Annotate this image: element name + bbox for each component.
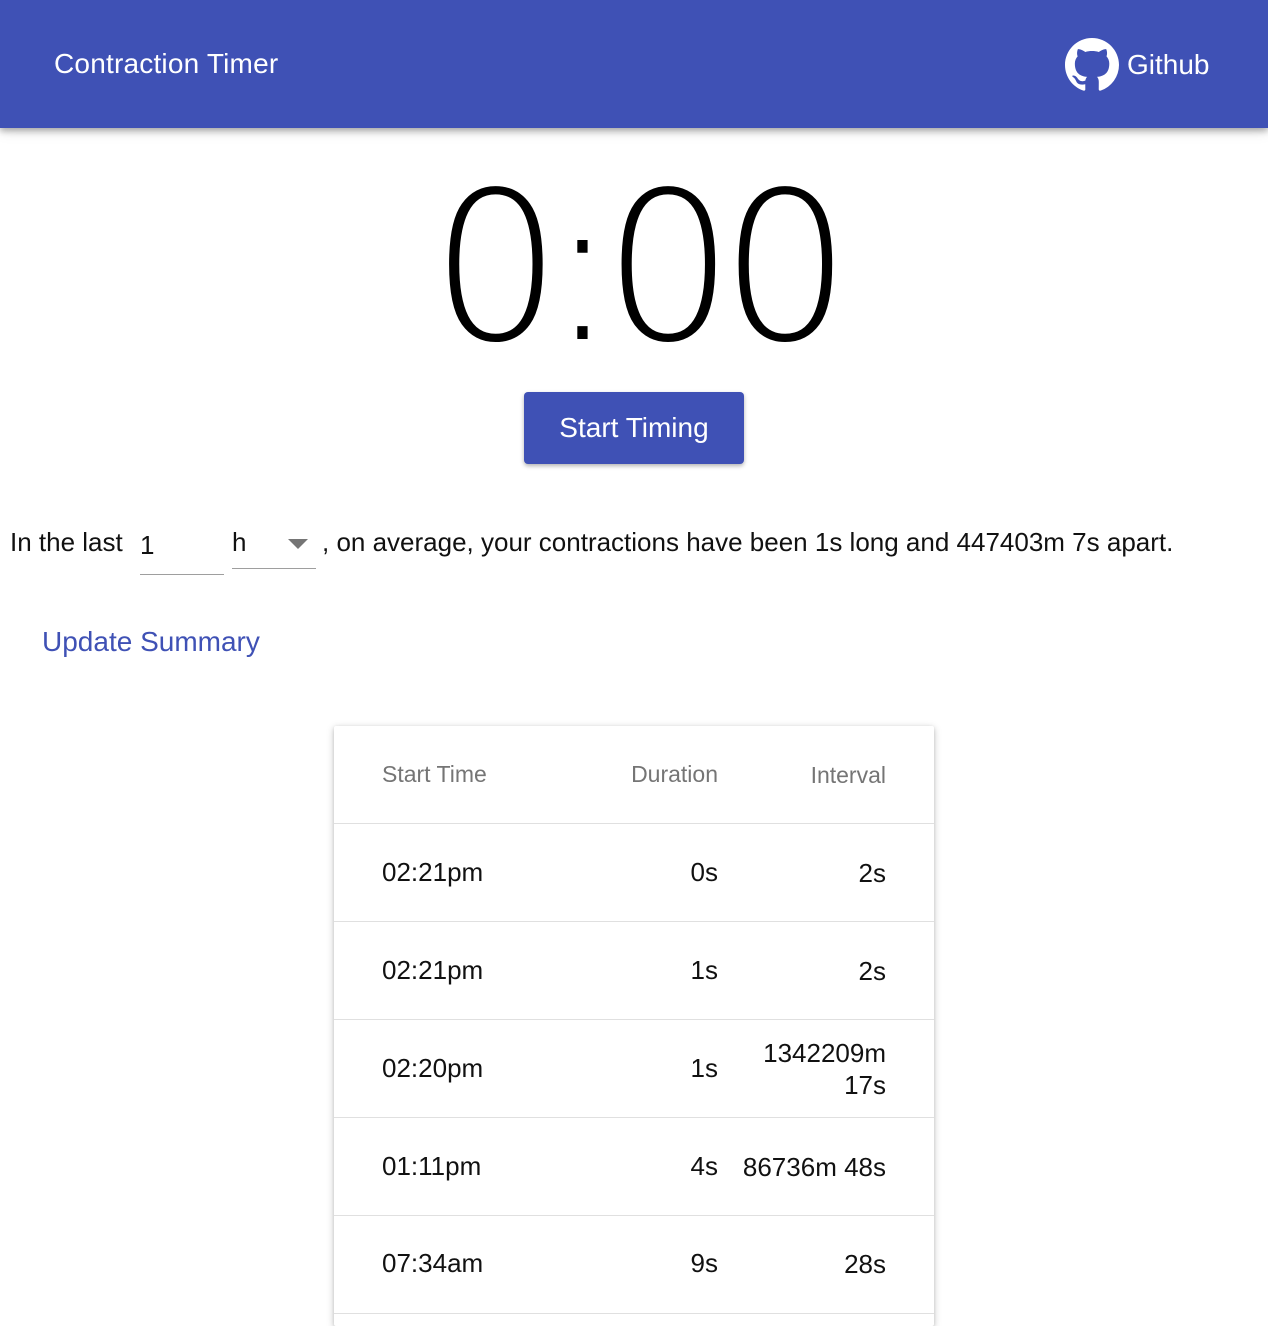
- start-time-cell: 02:21pm: [382, 857, 484, 887]
- start-time-cell: 02:21pm: [382, 955, 484, 985]
- interval-cell: 28s: [844, 1249, 886, 1279]
- github-label: Github: [1127, 49, 1210, 80]
- start-time-cell: 02:20pm: [382, 1053, 484, 1083]
- header-duration: Duration: [631, 761, 718, 787]
- start-time-cell: 01:11pm: [382, 1151, 482, 1181]
- interval-cell: 1342209m 17s: [763, 1037, 886, 1100]
- summary-suffix: , on average, your contractions have bee…: [322, 527, 1174, 557]
- table-row: 01:11pm 4s 86736m 48s: [334, 1118, 934, 1216]
- summary-sentence: In the last h , on average, your contrac…: [10, 522, 1260, 575]
- table-row: 02:21pm 1s 2s: [334, 922, 934, 1020]
- duration-cell: 0s: [690, 857, 718, 887]
- table-row: 02:20pm 1s 1342209m 17s: [334, 1020, 934, 1118]
- window-value-input[interactable]: [140, 522, 224, 575]
- github-icon: [1065, 38, 1119, 91]
- window-unit-select[interactable]: h: [232, 522, 316, 569]
- duration-cell: 1s: [690, 1053, 718, 1083]
- header-interval: Interval: [810, 761, 886, 788]
- duration-cell: 9s: [690, 1248, 718, 1278]
- summary-prefix: In the last: [10, 527, 123, 557]
- table-row: 02:21pm 0s 2s: [334, 824, 934, 922]
- contractions-table: Start Time Duration Interval 02:21pm 0s …: [334, 726, 934, 1326]
- app-title: Contraction Timer: [54, 48, 279, 79]
- duration-cell: 4s: [690, 1151, 718, 1181]
- timer-display: 0:00: [430, 148, 852, 388]
- interval-cell: 86736m 48s: [742, 1151, 886, 1182]
- header-start-time: Start Time: [382, 761, 487, 787]
- duration-cell: 1s: [690, 955, 718, 985]
- start-time-cell: 07:34am: [382, 1248, 484, 1278]
- table-header-row: Start Time Duration Interval: [334, 726, 934, 824]
- window-unit-value: h: [232, 527, 247, 557]
- interval-cell: 2s: [858, 955, 886, 986]
- app-bar: Contraction Timer Github: [0, 0, 1268, 128]
- dropdown-arrow-icon: [288, 539, 308, 549]
- table-row: 07:34am 9s 28s: [334, 1216, 934, 1314]
- interval-cell: 2s: [858, 857, 886, 888]
- github-link[interactable]: Github: [1065, 38, 1210, 92]
- start-timing-button[interactable]: Start Timing: [524, 392, 744, 464]
- update-summary-button[interactable]: Update Summary: [42, 624, 260, 660]
